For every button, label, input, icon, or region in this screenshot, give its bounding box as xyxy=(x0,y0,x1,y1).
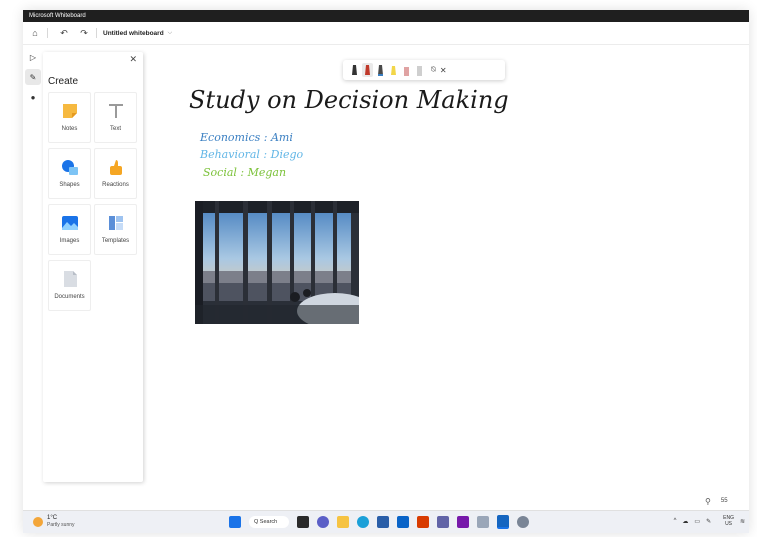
pen-icon[interactable]: ✎ xyxy=(706,518,711,525)
ink-line-behavioral: Behavioral : Diego xyxy=(199,148,304,161)
onenote-icon[interactable] xyxy=(457,516,469,528)
weather-desc: Partly sunny xyxy=(47,522,75,528)
taskbar: 1°C Partly sunny Q Search ^ ☁ ▭ ✎ ENG US… xyxy=(23,510,749,533)
outlook-icon[interactable] xyxy=(397,516,409,528)
store-icon[interactable] xyxy=(377,516,389,528)
region-code: US xyxy=(725,521,733,527)
ink-canvas[interactable]: Study on Decision Making Economics : Ami… xyxy=(23,10,749,490)
whiteboard-icon[interactable] xyxy=(497,515,509,529)
ink-heading: Study on Decision Making xyxy=(189,86,509,114)
system-tray: ^ ☁ ▭ ✎ ENG US ≋ xyxy=(668,515,745,527)
chevron-up-icon[interactable]: ^ xyxy=(674,518,677,524)
app-icon[interactable] xyxy=(477,516,489,528)
task-view-icon[interactable] xyxy=(297,516,309,528)
weather-temp: 1°C xyxy=(47,515,58,521)
zoom-control[interactable]: ⚲ 55 xyxy=(699,491,749,511)
file-explorer-icon[interactable] xyxy=(337,516,349,528)
language-indicator[interactable]: ENG US xyxy=(717,515,734,527)
taskbar-search[interactable]: Q Search xyxy=(249,516,289,528)
settings-icon[interactable] xyxy=(517,516,529,528)
zoom-value: 55 xyxy=(720,498,728,504)
office-photo-image[interactable] xyxy=(195,201,359,324)
start-icon[interactable] xyxy=(229,516,241,528)
whiteboard-window: Microsoft Whiteboard ⌂ ↶ ↷ Untitled whit… xyxy=(23,10,749,533)
office-icon[interactable] xyxy=(417,516,429,528)
ink-line-economics: Economics : Ami xyxy=(199,131,293,144)
weather-widget[interactable]: 1°C Partly sunny xyxy=(33,515,75,529)
weather-icon xyxy=(33,517,43,527)
display-icon[interactable]: ▭ xyxy=(694,518,700,525)
edge-icon[interactable] xyxy=(357,516,369,528)
ink-line-social: Social : Megan xyxy=(203,166,286,179)
cloud-icon[interactable]: ☁ xyxy=(682,518,688,525)
chat-icon[interactable] xyxy=(317,516,329,528)
zoom-icon[interactable]: ⚲ xyxy=(705,497,711,506)
wifi-icon[interactable]: ≋ xyxy=(740,518,745,525)
office-photo xyxy=(195,201,359,324)
teams-icon[interactable] xyxy=(437,516,449,528)
